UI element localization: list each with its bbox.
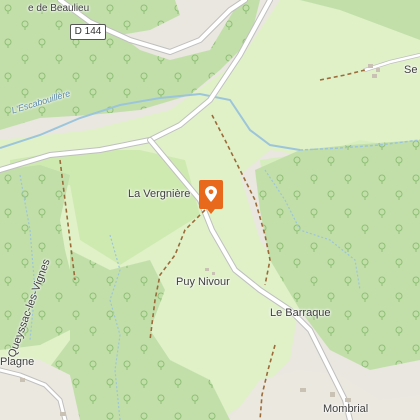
place-label-se: Se (404, 64, 418, 76)
place-label-plagne: Plagne (0, 356, 35, 368)
place-label-le-barraque: Le Barraque (270, 307, 331, 319)
location-marker[interactable] (199, 180, 223, 214)
place-label-beaulieu: e de Beaulieu (28, 3, 90, 14)
road-number-shield: D 144 (70, 24, 106, 40)
place-label-la-vergniere: La Vergnière (128, 188, 191, 200)
map-pin-icon (205, 186, 217, 202)
place-label-mombrial: Mombrial (323, 403, 369, 415)
map-view[interactable]: D 144 e de Beaulieu L'Escabouillère La V… (0, 0, 420, 420)
place-label-puy-nivour: Puy Nivour (176, 276, 230, 288)
